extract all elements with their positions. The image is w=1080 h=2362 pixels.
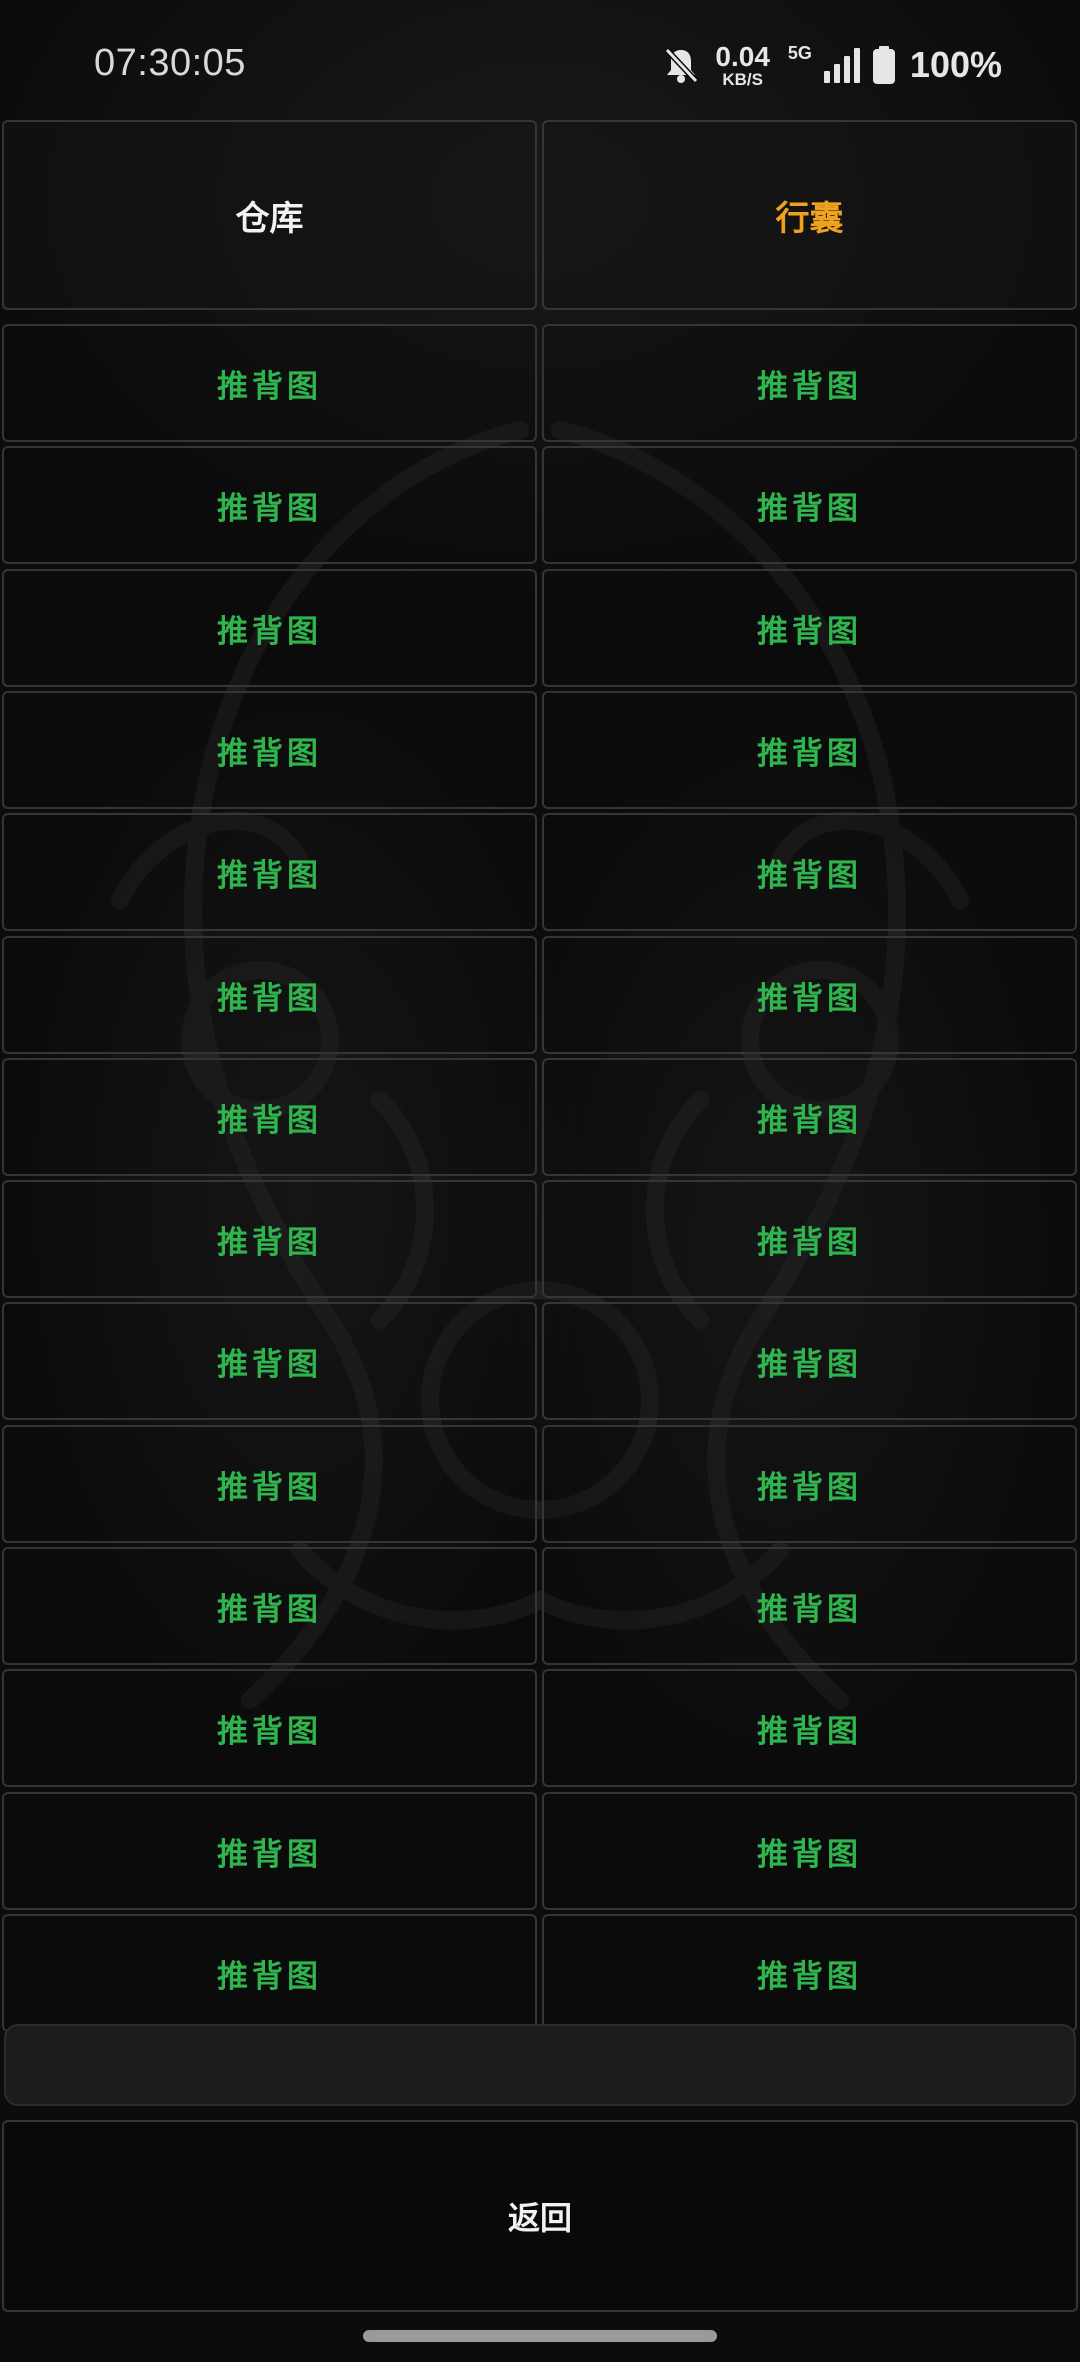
status-icons: 0.04 KB/S 5G 100% bbox=[663, 40, 1002, 90]
warehouse-item[interactable]: 推背图 bbox=[2, 691, 537, 809]
warehouse-item[interactable]: 推背图 bbox=[2, 324, 537, 442]
text-input-bar[interactable] bbox=[4, 2024, 1076, 2106]
warehouse-item[interactable]: 推背图 bbox=[2, 1058, 537, 1176]
backpack-item[interactable]: 推背图 bbox=[542, 1058, 1077, 1176]
warehouse-item[interactable]: 推背图 bbox=[2, 1302, 537, 1420]
battery-icon bbox=[872, 46, 895, 84]
warehouse-item[interactable]: 推背图 bbox=[2, 1669, 537, 1787]
back-button[interactable]: 返回 bbox=[2, 2120, 1078, 2312]
tab-backpack[interactable]: 行囊 bbox=[542, 120, 1077, 310]
status-bar: 07:30:05 0.04 KB/S 5G 100% bbox=[0, 0, 1080, 120]
backpack-item[interactable]: 推背图 bbox=[542, 446, 1077, 564]
warehouse-item[interactable]: 推背图 bbox=[2, 1180, 537, 1298]
backpack-item[interactable]: 推背图 bbox=[542, 1425, 1077, 1543]
tab-warehouse[interactable]: 仓库 bbox=[2, 120, 537, 310]
warehouse-item[interactable]: 推背图 bbox=[2, 1914, 537, 2032]
backpack-item[interactable]: 推背图 bbox=[542, 1302, 1077, 1420]
battery-percentage: 100% bbox=[909, 44, 1002, 85]
warehouse-item[interactable]: 推背图 bbox=[2, 569, 537, 687]
signal-icon bbox=[823, 48, 860, 83]
network-speed: 0.04 KB/S bbox=[715, 40, 770, 89]
backpack-item[interactable]: 推背图 bbox=[542, 1792, 1077, 1910]
backpack-item[interactable]: 推背图 bbox=[542, 691, 1077, 809]
bell-muted-icon bbox=[665, 47, 699, 84]
backpack-item[interactable]: 推背图 bbox=[542, 1180, 1077, 1298]
backpack-item[interactable]: 推背图 bbox=[542, 1547, 1077, 1665]
speed-value: 0.04 bbox=[715, 40, 770, 72]
warehouse-item[interactable]: 推背图 bbox=[2, 813, 537, 931]
network-type: 5G bbox=[787, 42, 812, 63]
backpack-item[interactable]: 推背图 bbox=[542, 813, 1077, 931]
warehouse-item[interactable]: 推背图 bbox=[2, 446, 537, 564]
backpack-item[interactable]: 推背图 bbox=[542, 324, 1077, 442]
warehouse-item[interactable]: 推背图 bbox=[2, 936, 537, 1054]
warehouse-item[interactable]: 推背图 bbox=[2, 1547, 537, 1665]
status-time: 07:30:05 bbox=[94, 42, 246, 84]
backpack-item[interactable]: 推背图 bbox=[542, 569, 1077, 687]
backpack-item[interactable]: 推背图 bbox=[542, 936, 1077, 1054]
warehouse-item[interactable]: 推背图 bbox=[2, 1792, 537, 1910]
warehouse-item[interactable]: 推背图 bbox=[2, 1425, 537, 1543]
backpack-item[interactable]: 推背图 bbox=[542, 1669, 1077, 1787]
screen: 07:30:05 0.04 KB/S 5G 100% 仓库 行囊 推背图 推背图… bbox=[0, 0, 1080, 2362]
speed-unit: KB/S bbox=[722, 69, 763, 89]
backpack-item[interactable]: 推背图 bbox=[542, 1914, 1077, 2032]
home-indicator[interactable] bbox=[363, 2330, 717, 2342]
